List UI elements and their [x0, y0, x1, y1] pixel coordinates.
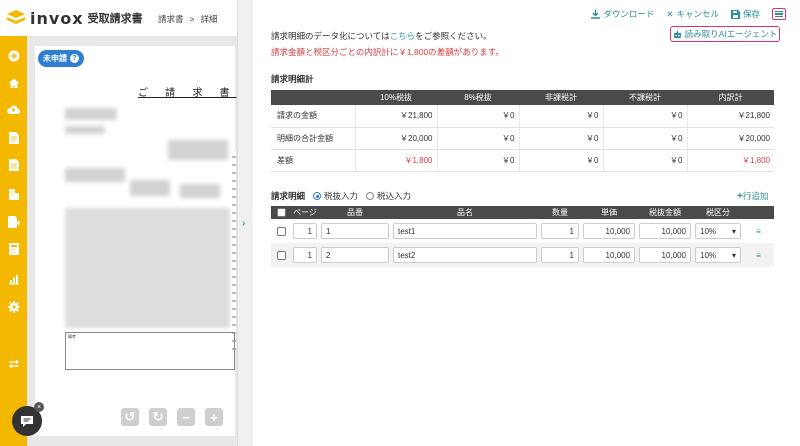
details-table: ページ 品番 品名 数量 単価 税抜金額 税区分 1 1 test1 1 10,… [271, 206, 774, 267]
summary-table: 10%税抜 8%税抜 非課税計 不課税計 内訳計 請求の金額 ￥21,800 ￥… [271, 90, 774, 172]
item-code-field[interactable]: 2 [321, 247, 389, 263]
brand-product: 受取請求書 [87, 13, 143, 25]
add-icon[interactable] [6, 48, 21, 63]
column-header: 非課税計 [519, 90, 603, 105]
page-field[interactable]: 1 [293, 247, 317, 263]
summary-header-row: 10%税抜 8%税抜 非課税計 不課税計 内訳計 [271, 90, 774, 105]
chevron-right-icon[interactable]: › [242, 218, 245, 229]
breadcrumb: 請求書 > 詳細 [158, 13, 218, 25]
home-icon[interactable] [6, 75, 21, 90]
column-header: 品番 [319, 206, 391, 219]
radio-tax-excluded[interactable]: 税抜入力 [313, 190, 358, 202]
notice-info: 請求明細のデータ化についてはこちらをご参照ください。 [271, 31, 492, 41]
caret-down-icon: ▾ [731, 250, 736, 260]
breadcrumb-separator: > [189, 14, 195, 24]
column-header: 単価 [581, 206, 637, 219]
switch-icon[interactable] [6, 356, 21, 371]
notice-warning: 請求金額と税区分ごとの内訳計に￥1,800の差額があります。 [271, 47, 504, 57]
chat-icon [21, 415, 33, 427]
table-row: 1 2 test2 1 10,000 10,000 10% ▾ ≡ [271, 243, 774, 267]
quantity-field[interactable]: 1 [541, 247, 579, 263]
rotate-right-icon[interactable]: ↻ [149, 408, 167, 426]
document-icon[interactable] [6, 130, 21, 145]
summary-title: 請求明細計 [271, 74, 314, 84]
select-all-checkbox[interactable] [276, 208, 286, 218]
details-header-row: ページ 品番 品名 数量 単価 税抜金額 税区分 [271, 206, 774, 219]
column-header: 内訳計 [687, 90, 774, 105]
column-header: 不課税計 [603, 90, 687, 105]
details-title: 請求明細 [271, 191, 306, 201]
item-code-field[interactable]: 1 [321, 223, 389, 239]
save-icon [730, 9, 740, 19]
brand-name: invox [30, 8, 84, 28]
close-icon: ✕ [666, 8, 674, 19]
logo-mark-icon [7, 10, 25, 24]
gear-icon[interactable] [6, 299, 21, 314]
bar-chart-icon[interactable] [6, 272, 21, 287]
column-header: 品名 [391, 206, 539, 219]
zoom-in-icon[interactable]: + [205, 408, 223, 426]
quantity-field[interactable]: 1 [541, 223, 579, 239]
notes-box: 備考 [65, 332, 235, 370]
item-name-field[interactable]: test1 [393, 223, 537, 239]
column-header: ページ [291, 206, 319, 219]
amount-field[interactable]: 10,000 [639, 223, 691, 239]
table-row: 請求の金額 ￥21,800 ￥0 ￥0 ￥0 ￥21,800 [271, 105, 774, 128]
table-row: 1 1 test1 1 10,000 10,000 10% ▾ ≡ [271, 219, 774, 243]
cancel-button[interactable]: ✕ キャンセル [666, 8, 719, 20]
drag-handle-icon[interactable]: ≡ [743, 219, 774, 243]
caret-down-icon: ▾ [731, 226, 736, 236]
breadcrumb-parent[interactable]: 請求書 [158, 13, 184, 25]
unit-price-field[interactable]: 10,000 [583, 223, 635, 239]
robot-icon [673, 30, 681, 38]
table-row: 明細の合計金額 ￥20,000 ￥0 ￥0 ￥0 ￥20,000 [271, 127, 774, 150]
document-title: ご 請 求 書 [138, 88, 237, 99]
chat-close-icon[interactable]: × [34, 402, 44, 412]
save-button[interactable]: 保存 [730, 8, 760, 20]
download-icon [591, 9, 601, 19]
export-document-icon[interactable] [6, 214, 21, 229]
column-header: 8%税抜 [437, 90, 519, 105]
side-nav [0, 0, 27, 446]
add-row-button[interactable]: +行追加 [737, 190, 768, 202]
ai-agent-button[interactable]: 読み取りAIエージェント [670, 26, 780, 42]
zoom-out-icon[interactable]: − [177, 408, 195, 426]
building-icon[interactable] [6, 186, 21, 201]
menu-icon[interactable] [772, 8, 786, 20]
breadcrumb-current: 詳細 [200, 14, 218, 24]
tax-select[interactable]: 10% ▾ [695, 247, 741, 263]
radio-tax-included[interactable]: 税込入力 [366, 190, 411, 202]
row-checkbox[interactable] [276, 226, 286, 236]
help-link[interactable]: こちら [390, 31, 416, 41]
app-logo[interactable]: invox 受取請求書 [6, 8, 143, 28]
column-header: 税区分 [693, 206, 743, 219]
help-icon[interactable]: ? [70, 54, 79, 63]
document-list-icon[interactable] [6, 157, 21, 172]
status-badge: 未申請 ? [38, 50, 84, 67]
toolbar: ダウンロード ✕ キャンセル 保存 [591, 8, 786, 20]
column-header: 数量 [539, 206, 581, 219]
unit-price-field[interactable]: 10,000 [583, 247, 635, 263]
cloud-upload-icon[interactable] [6, 102, 21, 117]
rotate-left-icon[interactable]: ↺ [121, 408, 139, 426]
row-checkbox[interactable] [276, 250, 286, 260]
page-field[interactable]: 1 [293, 223, 317, 239]
column-header: 税抜金額 [637, 206, 693, 219]
input-mode: 請求明細 税抜入力 税込入力 [271, 190, 411, 202]
column-header: 10%税抜 [355, 90, 437, 105]
tax-select[interactable]: 10% ▾ [695, 223, 741, 239]
table-row: 差額 ￥1,800 ￥0 ￥0 ￥0 ￥1,800 [271, 149, 774, 172]
amount-field[interactable]: 10,000 [639, 247, 691, 263]
download-button[interactable]: ダウンロード [591, 8, 654, 20]
calculator-icon[interactable] [6, 241, 21, 256]
drag-handle-icon[interactable]: ≡ [743, 243, 774, 267]
status-label: 未申請 [43, 54, 67, 63]
item-name-field[interactable]: test2 [393, 247, 537, 263]
